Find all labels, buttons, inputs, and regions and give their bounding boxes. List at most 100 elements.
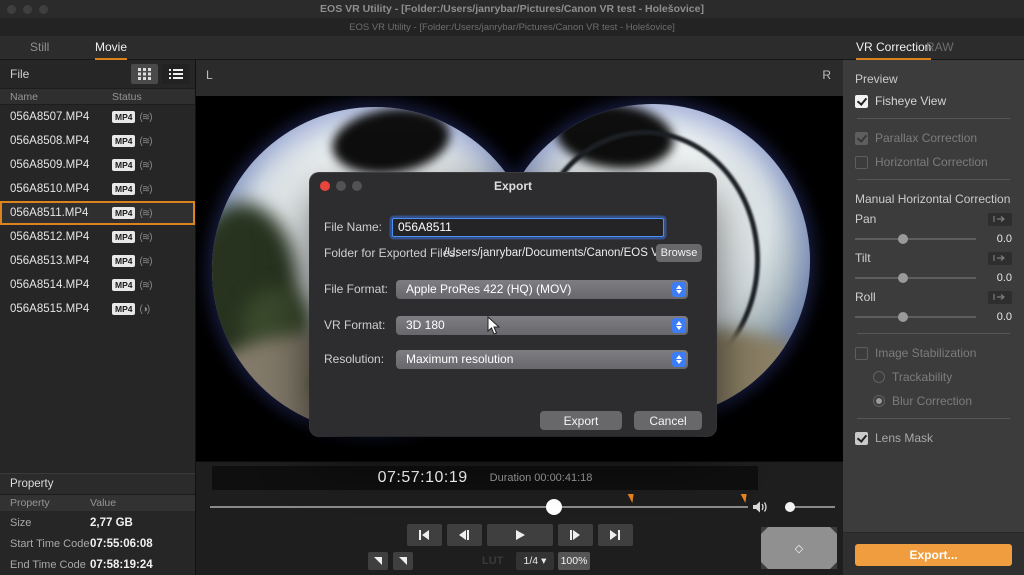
file-row[interactable]: 056A8513.MP4MP4(≋)	[0, 249, 195, 273]
pan-label: Pan	[855, 212, 876, 226]
play-button[interactable]	[487, 524, 553, 546]
list-view-icon	[169, 68, 183, 80]
file-row[interactable]: 056A8512.MP4MP4(≋)	[0, 225, 195, 249]
divider	[857, 333, 1010, 334]
playback-speed-dropdown[interactable]: 1/4 ▾	[516, 552, 554, 570]
roll-reset-button[interactable]	[988, 291, 1012, 304]
mp4-badge: MP4	[112, 255, 135, 267]
secondary-controls: LUT 1/4 ▾ 100%	[196, 552, 843, 572]
audio-status-icon: (≋)	[139, 208, 151, 219]
out-point-icon	[397, 555, 409, 567]
audio-status-icon: (≋)	[139, 256, 151, 267]
horizontal-correction-checkbox-row: Horizontal Correction	[855, 155, 1012, 169]
right-eye-label: R	[822, 68, 831, 82]
go-to-start-button[interactable]	[407, 524, 442, 546]
preview-header: L R	[196, 60, 843, 96]
resolution-dropdown[interactable]: Maximum resolution	[396, 350, 688, 369]
file-row[interactable]: 056A8507.MP4MP4(≋)	[0, 105, 195, 129]
list-view-button[interactable]	[162, 64, 189, 84]
tab-still[interactable]: Still	[30, 36, 49, 60]
timeline-track[interactable]	[210, 506, 748, 508]
grid-view-button[interactable]	[131, 64, 158, 84]
reset-icon	[993, 254, 1007, 262]
volume-track[interactable]	[785, 506, 835, 508]
trackability-radio	[873, 371, 885, 383]
document-subtitle-bar: EOS VR Utility - [Folder:/Users/janrybar…	[0, 18, 1024, 36]
in-point-marker[interactable]	[626, 494, 633, 503]
file-format-label: File Format:	[324, 282, 388, 296]
go-to-end-button[interactable]	[598, 524, 633, 546]
chevron-down-icon: ▾	[541, 555, 546, 567]
pan-slider-block: Pan 0.0	[855, 212, 1012, 245]
previous-frame-button[interactable]	[447, 524, 482, 546]
tilt-slider-thumb[interactable]	[898, 273, 908, 283]
document-subtitle: EOS VR Utility - [Folder:/Users/janrybar…	[349, 22, 675, 33]
dropdown-stepper-icon	[672, 352, 686, 367]
zoom-level-button[interactable]: 100%	[558, 552, 590, 570]
speaker-icon[interactable]	[753, 500, 769, 514]
tilt-reset-button[interactable]	[988, 252, 1012, 265]
next-frame-button[interactable]	[558, 524, 593, 546]
parallax-correction-checkbox	[855, 132, 868, 145]
duration-label: Duration 00:00:41:18	[490, 472, 593, 484]
playhead-thumb[interactable]	[546, 499, 562, 515]
dialog-close-icon[interactable]	[320, 181, 330, 191]
file-row[interactable]: 056A8515.MP4MP4(◑)	[0, 297, 195, 321]
timecode-display: 07:57:10:19 Duration 00:00:41:18	[212, 466, 758, 490]
file-format-dropdown[interactable]: Apple ProRes 422 (HQ) (MOV)	[396, 280, 688, 299]
lut-button[interactable]: LUT	[482, 555, 503, 567]
export-folder-label: Folder for Exported Files:	[324, 246, 459, 260]
export-main-button[interactable]: Export...	[855, 544, 1012, 566]
file-row-selected[interactable]: 056A8511.MP4MP4(≋)	[0, 201, 195, 225]
property-row: End Time Code07:58:19:24	[0, 554, 195, 575]
set-in-point-button[interactable]	[368, 552, 388, 570]
export-folder-path: /Users/janrybar/Documents/Canon/EOS VR U…	[444, 247, 656, 259]
dialog-export-button[interactable]: Export	[540, 411, 622, 430]
pan-value: 0.0	[986, 233, 1012, 245]
roll-slider-block: Roll 0.0	[855, 290, 1012, 323]
dialog-window-controls[interactable]	[320, 181, 362, 191]
skip-to-end-icon	[607, 529, 623, 541]
lens-mask-checkbox-row[interactable]: Lens Mask	[855, 431, 1012, 445]
trackability-radio-row: Trackability	[873, 370, 1012, 384]
file-row[interactable]: 056A8508.MP4MP4(≋)	[0, 129, 195, 153]
column-name: Name	[0, 91, 112, 103]
dialog-cancel-button[interactable]: Cancel	[634, 411, 702, 430]
navigator-widget[interactable]: ◇	[761, 527, 837, 569]
tab-movie[interactable]: Movie	[95, 36, 127, 60]
mp4-badge: MP4	[112, 183, 135, 195]
file-row[interactable]: 056A8510.MP4MP4(≋)	[0, 177, 195, 201]
manual-correction-heading: Manual Horizontal Correction	[855, 192, 1012, 206]
property-row: Size2,77 GB	[0, 512, 195, 533]
tilt-value: 0.0	[986, 272, 1012, 284]
pan-reset-button[interactable]	[988, 213, 1012, 226]
roll-label: Roll	[855, 290, 876, 304]
fisheye-view-checkbox[interactable]	[855, 95, 868, 108]
tab-vr-correction[interactable]: VR Correction	[856, 36, 931, 60]
roll-slider[interactable]	[855, 316, 976, 318]
roll-value: 0.0	[986, 311, 1012, 323]
divider	[857, 118, 1010, 119]
file-row[interactable]: 056A8514.MP4MP4(≋)	[0, 273, 195, 297]
tilt-slider[interactable]	[855, 277, 976, 279]
file-name-input[interactable]	[392, 218, 664, 237]
tab-raw-development[interactable]: RAW Development	[926, 36, 1024, 60]
lens-mask-checkbox[interactable]	[855, 432, 868, 445]
column-property: Property	[0, 497, 90, 509]
fisheye-view-checkbox-row[interactable]: Fisheye View	[855, 94, 1012, 108]
roll-slider-thumb[interactable]	[898, 312, 908, 322]
pan-slider-thumb[interactable]	[898, 234, 908, 244]
out-point-marker[interactable]	[739, 494, 746, 503]
tilt-slider-block: Tilt 0.0	[855, 251, 1012, 284]
pan-slider[interactable]	[855, 238, 976, 240]
play-icon	[514, 529, 526, 541]
browse-button[interactable]: Browse	[656, 244, 702, 262]
dialog-minimize-icon	[336, 181, 346, 191]
property-panel-title: Property	[0, 473, 195, 495]
mode-tabbar: Still Movie VR Correction RAW Developmen…	[0, 36, 1024, 60]
file-row[interactable]: 056A8509.MP4MP4(≋)	[0, 153, 195, 177]
set-out-point-button[interactable]	[393, 552, 413, 570]
reset-icon	[993, 215, 1007, 223]
volume-thumb[interactable]	[785, 502, 795, 512]
vr-format-dropdown[interactable]: 3D 180	[396, 316, 688, 335]
